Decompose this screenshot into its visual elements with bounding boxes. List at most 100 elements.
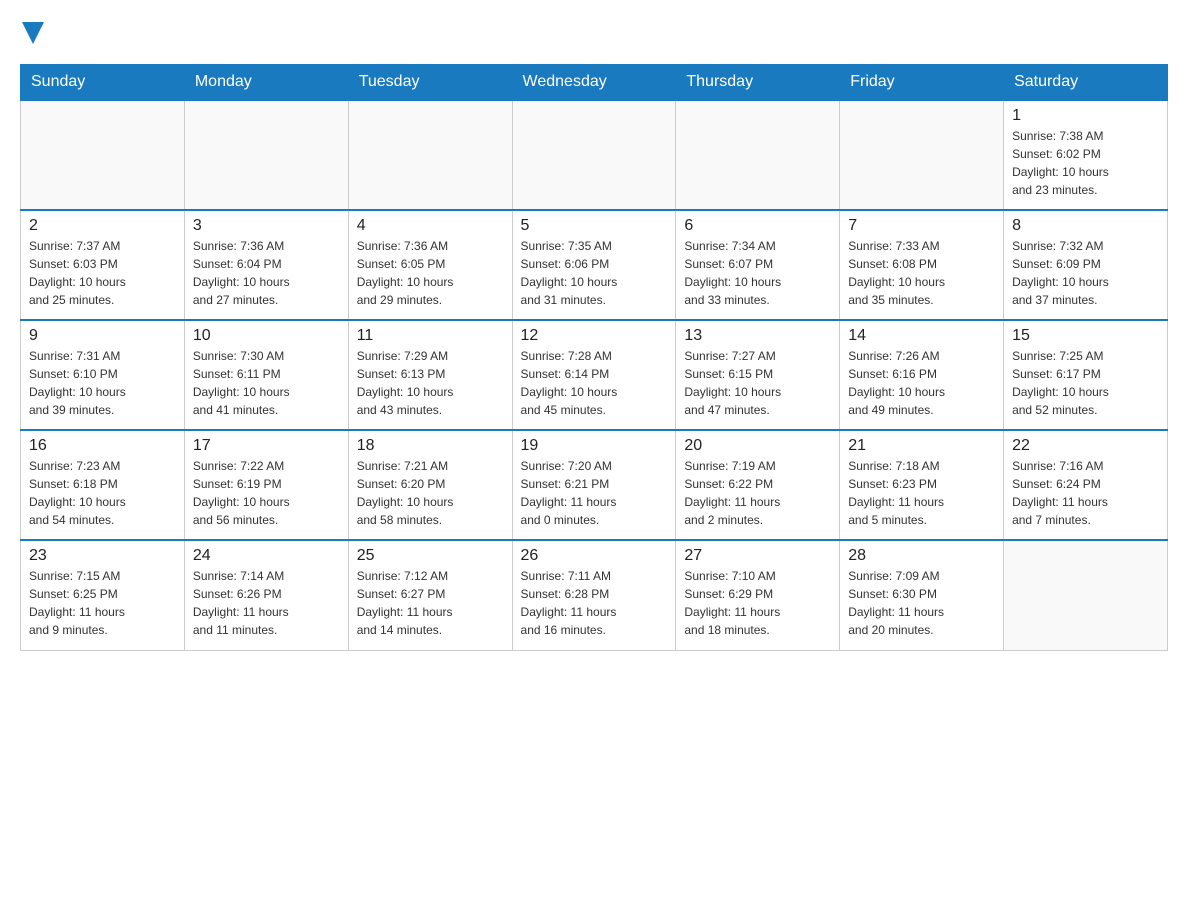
day-number: 15	[1012, 327, 1159, 345]
logo	[20, 20, 44, 44]
calendar-day-cell	[512, 100, 676, 210]
calendar-day-cell: 24 Sunrise: 7:14 AM Sunset: 6:26 PM Dayli…	[184, 540, 348, 650]
day-info: Sunrise: 7:26 AM Sunset: 6:16 PM Dayligh…	[848, 347, 995, 419]
day-info: Sunrise: 7:10 AM Sunset: 6:29 PM Dayligh…	[684, 567, 831, 639]
day-info: Sunrise: 7:22 AM Sunset: 6:19 PM Dayligh…	[193, 457, 340, 529]
day-info: Sunrise: 7:09 AM Sunset: 6:30 PM Dayligh…	[848, 567, 995, 639]
day-info: Sunrise: 7:23 AM Sunset: 6:18 PM Dayligh…	[29, 457, 176, 529]
day-info: Sunrise: 7:30 AM Sunset: 6:11 PM Dayligh…	[193, 347, 340, 419]
day-number: 19	[521, 437, 668, 455]
day-info: Sunrise: 7:21 AM Sunset: 6:20 PM Dayligh…	[357, 457, 504, 529]
day-info: Sunrise: 7:16 AM Sunset: 6:24 PM Dayligh…	[1012, 457, 1159, 529]
day-info: Sunrise: 7:33 AM Sunset: 6:08 PM Dayligh…	[848, 237, 995, 309]
calendar-day-cell: 1 Sunrise: 7:38 AM Sunset: 6:02 PM Daylig…	[1004, 100, 1168, 210]
day-number: 8	[1012, 217, 1159, 235]
day-number: 9	[29, 327, 176, 345]
day-number: 13	[684, 327, 831, 345]
calendar-day-cell: 5 Sunrise: 7:35 AM Sunset: 6:06 PM Daylig…	[512, 210, 676, 320]
day-info: Sunrise: 7:38 AM Sunset: 6:02 PM Dayligh…	[1012, 127, 1159, 199]
calendar-day-cell: 27Sunrise: 7:10 AM Sunset: 6:29 PM Dayli…	[676, 540, 840, 650]
calendar-day-cell: 8 Sunrise: 7:32 AM Sunset: 6:09 PM Daylig…	[1004, 210, 1168, 320]
day-number: 20	[684, 437, 831, 455]
calendar-day-cell: 26 Sunrise: 7:11 AM Sunset: 6:28 PM Dayli…	[512, 540, 676, 650]
calendar-day-cell: 16 Sunrise: 7:23 AM Sunset: 6:18 PM Dayli…	[21, 430, 185, 540]
day-info: Sunrise: 7:27 AM Sunset: 6:15 PM Dayligh…	[684, 347, 831, 419]
day-number: 28	[848, 547, 995, 565]
calendar-day-cell: 20 Sunrise: 7:19 AM Sunset: 6:22 PM Dayli…	[676, 430, 840, 540]
calendar-day-cell: 13 Sunrise: 7:27 AM Sunset: 6:15 PM Dayli…	[676, 320, 840, 430]
day-info: Sunrise: 7:14 AM Sunset: 6:26 PM Dayligh…	[193, 567, 340, 639]
calendar-day-cell: 3Sunrise: 7:36 AM Sunset: 6:04 PM Daylig…	[184, 210, 348, 320]
calendar-day-cell: 15 Sunrise: 7:25 AM Sunset: 6:17 PM Dayli…	[1004, 320, 1168, 430]
logo-triangle-icon	[22, 22, 44, 44]
day-info: Sunrise: 7:35 AM Sunset: 6:06 PM Dayligh…	[521, 237, 668, 309]
day-number: 26	[521, 547, 668, 565]
day-number: 24	[193, 547, 340, 565]
column-header-wednesday: Wednesday	[512, 65, 676, 101]
column-header-tuesday: Tuesday	[348, 65, 512, 101]
calendar-day-cell	[184, 100, 348, 210]
calendar-day-cell	[348, 100, 512, 210]
calendar-day-cell: 11 Sunrise: 7:29 AM Sunset: 6:13 PM Dayli…	[348, 320, 512, 430]
day-info: Sunrise: 7:25 AM Sunset: 6:17 PM Dayligh…	[1012, 347, 1159, 419]
column-header-monday: Monday	[184, 65, 348, 101]
day-info: Sunrise: 7:11 AM Sunset: 6:28 PM Dayligh…	[521, 567, 668, 639]
day-info: Sunrise: 7:36 AM Sunset: 6:05 PM Dayligh…	[357, 237, 504, 309]
calendar-day-cell	[840, 100, 1004, 210]
day-number: 7	[848, 217, 995, 235]
column-header-sunday: Sunday	[21, 65, 185, 101]
calendar-day-cell: 12 Sunrise: 7:28 AM Sunset: 6:14 PM Dayli…	[512, 320, 676, 430]
column-header-saturday: Saturday	[1004, 65, 1168, 101]
day-info: Sunrise: 7:34 AM Sunset: 6:07 PM Dayligh…	[684, 237, 831, 309]
day-number: 10	[193, 327, 340, 345]
day-info: Sunrise: 7:15 AM Sunset: 6:25 PM Dayligh…	[29, 567, 176, 639]
calendar-day-cell: 6 Sunrise: 7:34 AM Sunset: 6:07 PM Daylig…	[676, 210, 840, 320]
calendar-day-cell: 17 Sunrise: 7:22 AM Sunset: 6:19 PM Dayli…	[184, 430, 348, 540]
day-info: Sunrise: 7:19 AM Sunset: 6:22 PM Dayligh…	[684, 457, 831, 529]
day-number: 23	[29, 547, 176, 565]
day-number: 12	[521, 327, 668, 345]
day-number: 11	[357, 327, 504, 345]
day-number: 17	[193, 437, 340, 455]
day-number: 6	[684, 217, 831, 235]
calendar-day-cell: 9 Sunrise: 7:31 AM Sunset: 6:10 PM Daylig…	[21, 320, 185, 430]
day-info: Sunrise: 7:28 AM Sunset: 6:14 PM Dayligh…	[521, 347, 668, 419]
calendar-day-cell: 2Sunrise: 7:37 AM Sunset: 6:03 PM Daylig…	[21, 210, 185, 320]
calendar-week-row: 1 Sunrise: 7:38 AM Sunset: 6:02 PM Daylig…	[21, 100, 1168, 210]
day-number: 1	[1012, 107, 1159, 125]
day-info: Sunrise: 7:29 AM Sunset: 6:13 PM Dayligh…	[357, 347, 504, 419]
day-number: 14	[848, 327, 995, 345]
calendar-week-row: 9 Sunrise: 7:31 AM Sunset: 6:10 PM Daylig…	[21, 320, 1168, 430]
calendar-table: SundayMondayTuesdayWednesdayThursdayFrid…	[20, 64, 1168, 651]
day-info: Sunrise: 7:18 AM Sunset: 6:23 PM Dayligh…	[848, 457, 995, 529]
day-number: 5	[521, 217, 668, 235]
day-info: Sunrise: 7:12 AM Sunset: 6:27 PM Dayligh…	[357, 567, 504, 639]
day-info: Sunrise: 7:32 AM Sunset: 6:09 PM Dayligh…	[1012, 237, 1159, 309]
calendar-day-cell: 4 Sunrise: 7:36 AM Sunset: 6:05 PM Daylig…	[348, 210, 512, 320]
calendar-day-cell: 23 Sunrise: 7:15 AM Sunset: 6:25 PM Dayli…	[21, 540, 185, 650]
day-number: 3	[193, 217, 340, 235]
column-header-thursday: Thursday	[676, 65, 840, 101]
calendar-day-cell	[676, 100, 840, 210]
calendar-day-cell: 25 Sunrise: 7:12 AM Sunset: 6:27 PM Dayli…	[348, 540, 512, 650]
day-number: 16	[29, 437, 176, 455]
day-number: 18	[357, 437, 504, 455]
calendar-header-row: SundayMondayTuesdayWednesdayThursdayFrid…	[21, 65, 1168, 101]
calendar-week-row: 23 Sunrise: 7:15 AM Sunset: 6:25 PM Dayli…	[21, 540, 1168, 650]
calendar-day-cell: 21 Sunrise: 7:18 AM Sunset: 6:23 PM Dayli…	[840, 430, 1004, 540]
day-number: 22	[1012, 437, 1159, 455]
day-number: 25	[357, 547, 504, 565]
calendar-day-cell: 22 Sunrise: 7:16 AM Sunset: 6:24 PM Dayli…	[1004, 430, 1168, 540]
calendar-day-cell: 10 Sunrise: 7:30 AM Sunset: 6:11 PM Dayli…	[184, 320, 348, 430]
calendar-day-cell: 28 Sunrise: 7:09 AM Sunset: 6:30 PM Dayli…	[840, 540, 1004, 650]
calendar-day-cell: 7 Sunrise: 7:33 AM Sunset: 6:08 PM Daylig…	[840, 210, 1004, 320]
calendar-day-cell: 19Sunrise: 7:20 AM Sunset: 6:21 PM Dayli…	[512, 430, 676, 540]
day-number: 21	[848, 437, 995, 455]
page-header	[20, 20, 1168, 44]
column-header-friday: Friday	[840, 65, 1004, 101]
day-info: Sunrise: 7:37 AM Sunset: 6:03 PM Dayligh…	[29, 237, 176, 309]
calendar-day-cell	[1004, 540, 1168, 650]
day-number: 4	[357, 217, 504, 235]
calendar-day-cell	[21, 100, 185, 210]
day-info: Sunrise: 7:31 AM Sunset: 6:10 PM Dayligh…	[29, 347, 176, 419]
